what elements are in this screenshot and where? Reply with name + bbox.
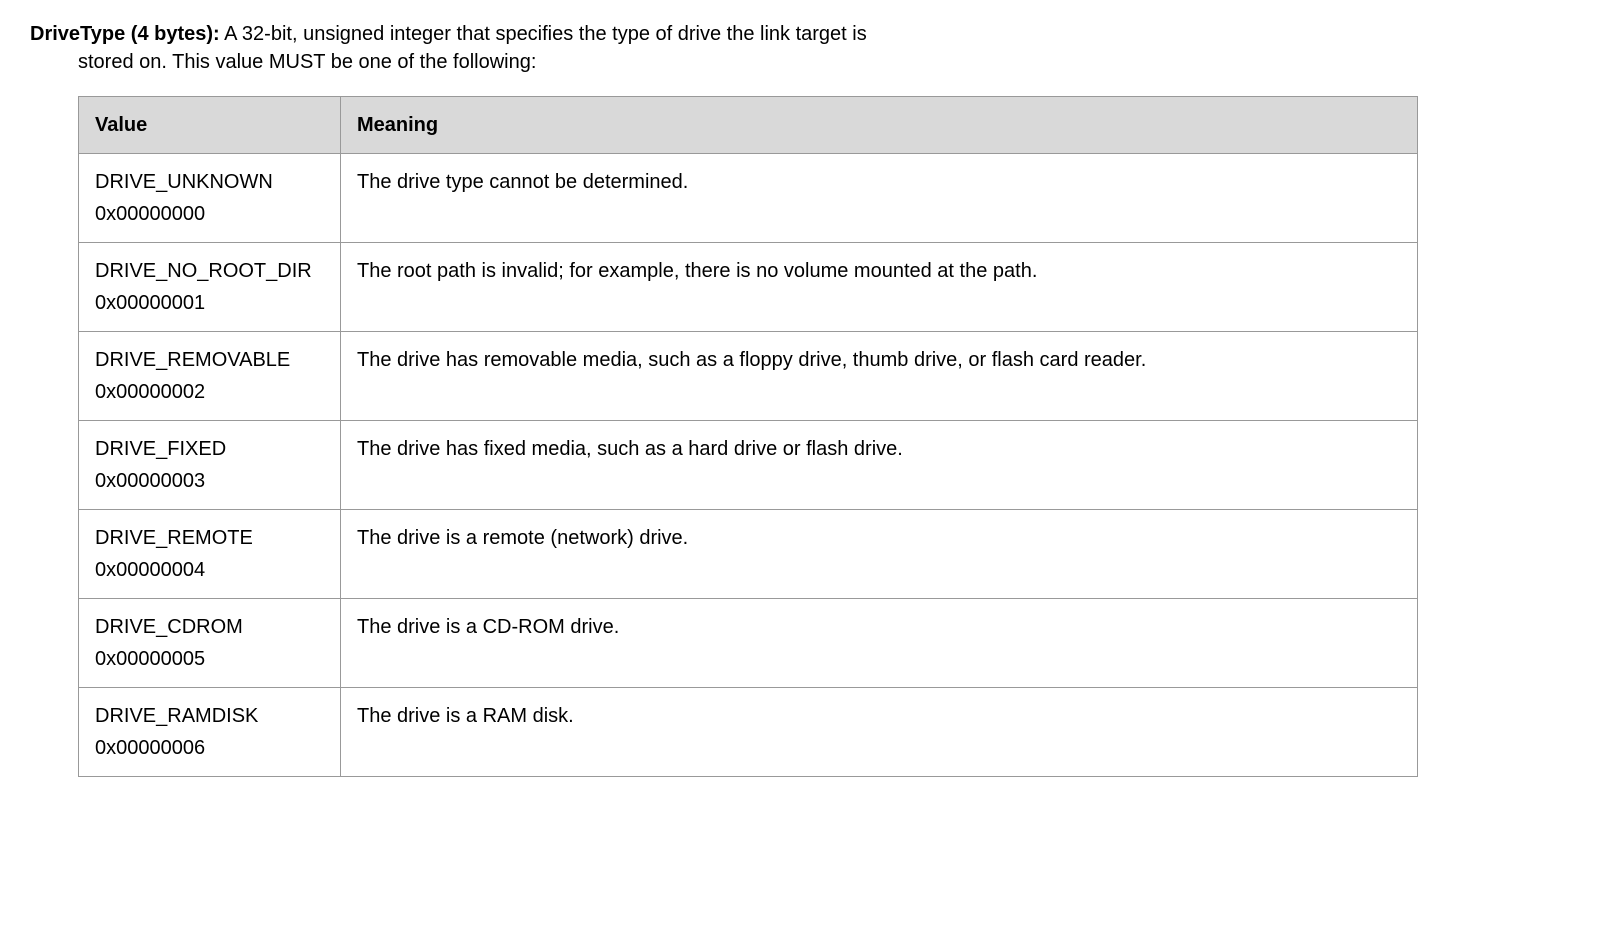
value-hex: 0x00000002 — [95, 378, 324, 406]
value-name: DRIVE_FIXED — [95, 435, 324, 463]
field-name: DriveType (4 bytes): — [30, 23, 220, 45]
value-cell: DRIVE_RAMDISK 0x00000006 — [79, 688, 341, 777]
table-row: DRIVE_REMOTE 0x00000004 The drive is a r… — [79, 510, 1418, 599]
header-meaning: Meaning — [341, 97, 1418, 154]
header-value: Value — [79, 97, 341, 154]
field-desc-line2: stored on. This value MUST be one of the… — [78, 48, 1578, 76]
table-row: DRIVE_REMOVABLE 0x00000002 The drive has… — [79, 332, 1418, 421]
drivetype-table: Value Meaning DRIVE_UNKNOWN 0x00000000 T… — [78, 96, 1418, 777]
table-row: DRIVE_CDROM 0x00000005 The drive is a CD… — [79, 599, 1418, 688]
value-cell: DRIVE_NO_ROOT_DIR 0x00000001 — [79, 243, 341, 332]
value-hex: 0x00000000 — [95, 200, 324, 228]
value-name: DRIVE_REMOTE — [95, 524, 324, 552]
value-hex: 0x00000006 — [95, 734, 324, 762]
value-hex: 0x00000003 — [95, 467, 324, 495]
value-cell: DRIVE_REMOVABLE 0x00000002 — [79, 332, 341, 421]
value-hex: 0x00000005 — [95, 645, 324, 673]
value-hex: 0x00000001 — [95, 289, 324, 317]
field-description: DriveType (4 bytes): A 32-bit, unsigned … — [30, 20, 1578, 76]
value-cell: DRIVE_UNKNOWN 0x00000000 — [79, 154, 341, 243]
table-row: DRIVE_NO_ROOT_DIR 0x00000001 The root pa… — [79, 243, 1418, 332]
value-name: DRIVE_REMOVABLE — [95, 346, 324, 374]
value-cell: DRIVE_REMOTE 0x00000004 — [79, 510, 341, 599]
value-name: DRIVE_CDROM — [95, 613, 324, 641]
meaning-cell: The drive is a CD-ROM drive. — [341, 599, 1418, 688]
field-desc-line1: A 32-bit, unsigned integer that specifie… — [220, 23, 867, 45]
meaning-cell: The drive has fixed media, such as a har… — [341, 421, 1418, 510]
meaning-cell: The drive has removable media, such as a… — [341, 332, 1418, 421]
table-row: DRIVE_RAMDISK 0x00000006 The drive is a … — [79, 688, 1418, 777]
meaning-cell: The drive is a remote (network) drive. — [341, 510, 1418, 599]
meaning-cell: The drive is a RAM disk. — [341, 688, 1418, 777]
table-row: DRIVE_FIXED 0x00000003 The drive has fix… — [79, 421, 1418, 510]
value-name: DRIVE_NO_ROOT_DIR — [95, 257, 324, 285]
table-row: DRIVE_UNKNOWN 0x00000000 The drive type … — [79, 154, 1418, 243]
value-cell: DRIVE_CDROM 0x00000005 — [79, 599, 341, 688]
value-name: DRIVE_UNKNOWN — [95, 168, 324, 196]
meaning-cell: The drive type cannot be determined. — [341, 154, 1418, 243]
table-header-row: Value Meaning — [79, 97, 1418, 154]
drivetype-table-wrapper: Value Meaning DRIVE_UNKNOWN 0x00000000 T… — [78, 96, 1578, 777]
value-cell: DRIVE_FIXED 0x00000003 — [79, 421, 341, 510]
value-hex: 0x00000004 — [95, 556, 324, 584]
meaning-cell: The root path is invalid; for example, t… — [341, 243, 1418, 332]
value-name: DRIVE_RAMDISK — [95, 702, 324, 730]
